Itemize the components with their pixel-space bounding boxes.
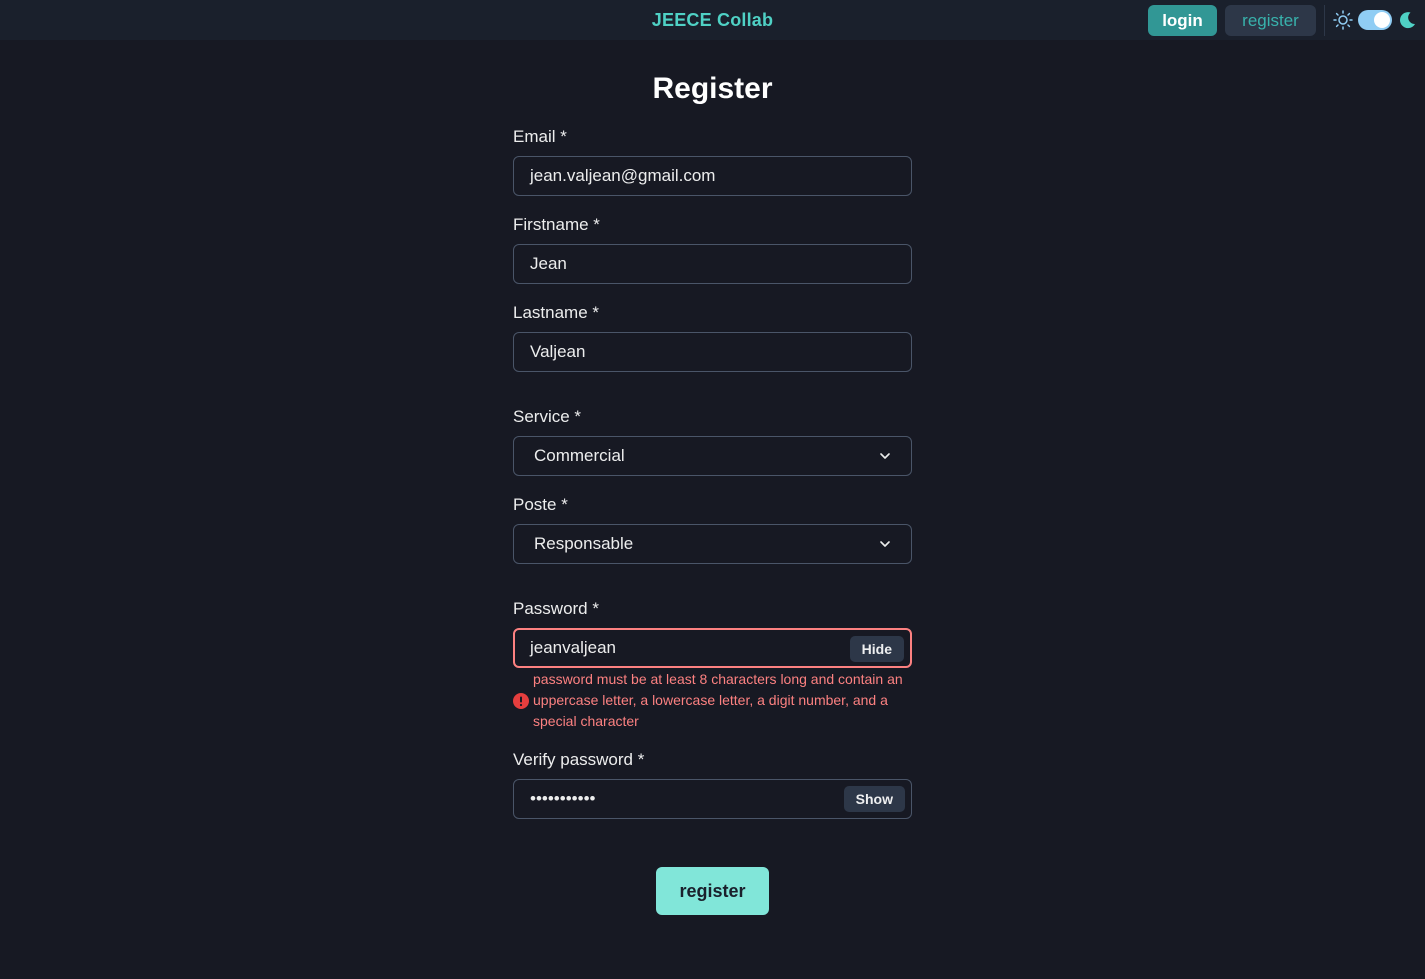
email-field[interactable]: jean.valjean@gmail.com — [513, 156, 912, 196]
top-navbar: JEECE Collab login register — [0, 0, 1425, 40]
firstname-value: Jean — [530, 254, 567, 273]
theme-toggle[interactable] — [1358, 10, 1392, 30]
password-field[interactable]: jeanvaljean Hide — [513, 628, 912, 668]
login-button[interactable]: login — [1148, 5, 1217, 36]
lastname-field[interactable]: Valjean — [513, 332, 912, 372]
chevron-down-icon — [880, 541, 890, 547]
verify-password-field[interactable]: ••••••••••• Show — [513, 779, 912, 819]
show-password-button[interactable]: Show — [843, 786, 905, 812]
lastname-value: Valjean — [530, 342, 586, 361]
firstname-label: Firstname * — [513, 215, 600, 234]
password-value: jeanvaljean — [530, 638, 617, 657]
chevron-down-icon — [880, 453, 890, 459]
email-label: Email * — [513, 127, 567, 146]
password-error: password must be at least 8 characters l… — [513, 669, 913, 732]
service-value: Commercial — [534, 446, 625, 465]
poste-label: Poste * — [513, 495, 568, 514]
register-submit-button[interactable]: register — [656, 867, 769, 915]
moon-icon — [1400, 12, 1415, 29]
email-value: jean.valjean@gmail.com — [530, 166, 716, 185]
register-nav-button[interactable]: register — [1225, 5, 1316, 36]
firstname-field[interactable]: Jean — [513, 244, 912, 284]
password-label: Password * — [513, 599, 599, 618]
password-error-text: password must be at least 8 characters l… — [533, 671, 903, 729]
sun-icon — [1333, 10, 1353, 30]
navbar-divider — [1324, 5, 1325, 36]
verify-password-label: Verify password * — [513, 750, 645, 769]
poste-select[interactable]: Responsable — [513, 524, 912, 564]
lastname-label: Lastname * — [513, 303, 599, 322]
poste-value: Responsable — [534, 534, 634, 553]
service-select[interactable]: Commercial — [513, 436, 912, 476]
error-icon — [513, 692, 529, 709]
service-label: Service * — [513, 407, 582, 426]
page-title: Register — [652, 72, 773, 105]
verify-password-value: ••••••••••• — [530, 789, 596, 808]
hide-password-button[interactable]: Hide — [849, 636, 904, 662]
theme-toggle-knob — [1374, 12, 1390, 28]
